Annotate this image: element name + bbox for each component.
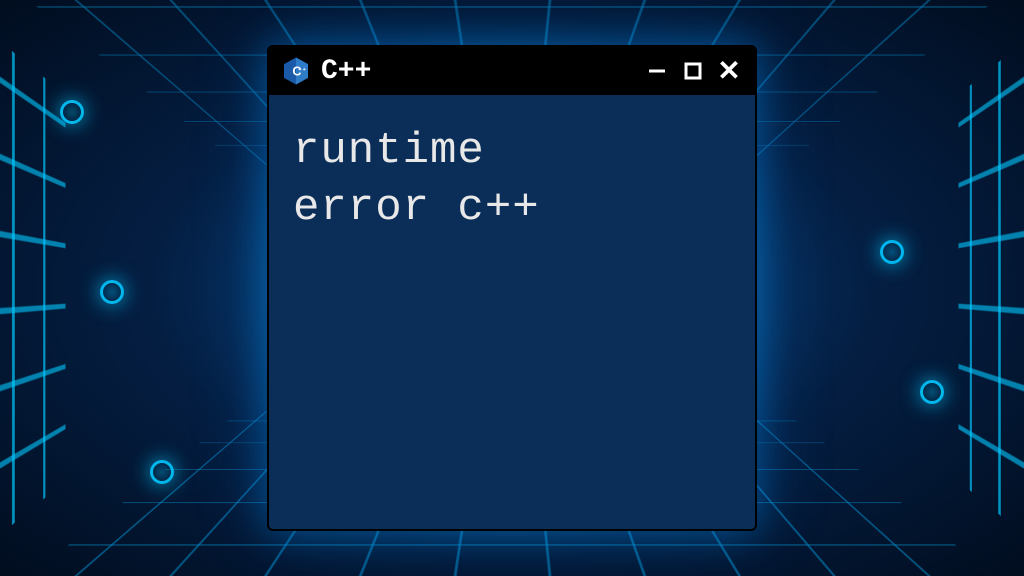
- terminal-body[interactable]: runtime error c++: [269, 95, 755, 529]
- terminal-output: runtime error c++: [293, 123, 731, 237]
- close-button[interactable]: ✕: [715, 57, 743, 85]
- window-controls: ✕: [643, 57, 743, 85]
- window-titlebar[interactable]: C + + C++ ✕: [269, 47, 755, 95]
- svg-text:+: +: [298, 67, 301, 73]
- window-title: C++: [321, 56, 643, 87]
- svg-text:+: +: [303, 67, 306, 73]
- console-window: C + + C++ ✕ runtime error c++: [267, 45, 757, 531]
- cpp-logo-icon: C + +: [281, 56, 311, 86]
- minimize-button[interactable]: [643, 57, 671, 85]
- maximize-button[interactable]: [679, 57, 707, 85]
